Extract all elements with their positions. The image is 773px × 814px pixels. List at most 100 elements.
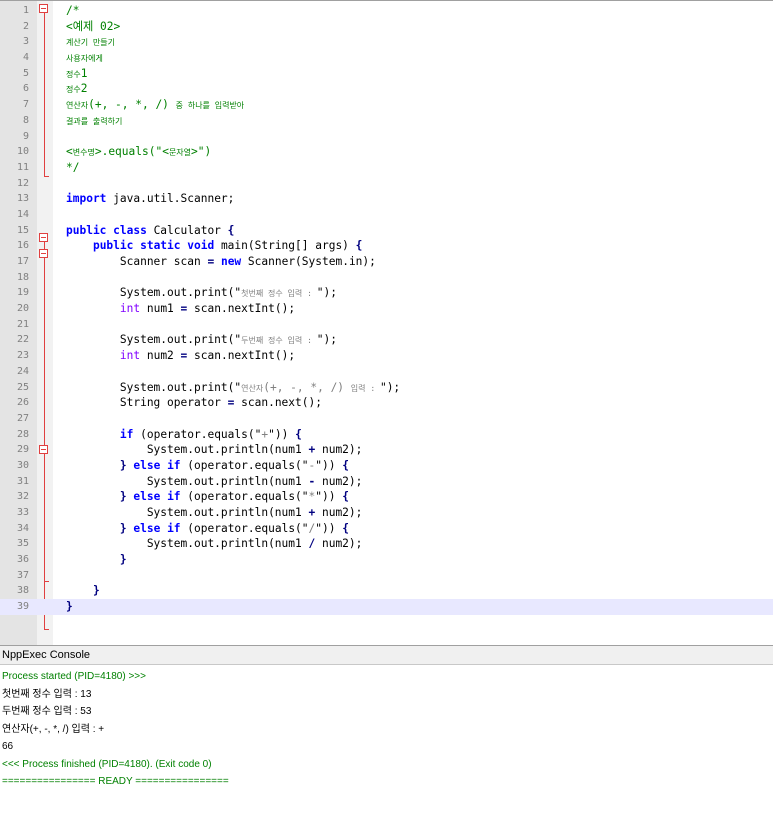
console-line: ================ READY ================: [2, 776, 229, 787]
code-line[interactable]: 21: [0, 317, 773, 333]
code-line[interactable]: 4 사용자에게: [0, 50, 773, 66]
code-line[interactable]: 2 <예제 02>: [0, 19, 773, 35]
code-token: ")): [268, 427, 296, 441]
code-line[interactable]: 12: [0, 176, 773, 192]
code-line[interactable]: 28 if (operator.equals("+")) {: [0, 427, 773, 443]
code-token: Scanner scan: [66, 255, 208, 268]
line-number: 28: [16, 428, 29, 440]
line-number: 8: [22, 114, 29, 126]
line-text: System.out.println(num1 - num2);: [66, 474, 363, 490]
code-line[interactable]: 27: [0, 411, 773, 427]
code-line[interactable]: 34 } else if (operator.equals("/")) {: [0, 521, 773, 537]
code-line[interactable]: 38 }: [0, 583, 773, 599]
console-output[interactable]: Process started (PID=4180) >>> 첫번째 정수 입력 …: [0, 665, 773, 814]
code-line[interactable]: 18: [0, 270, 773, 286]
code-token: 문자열: [168, 148, 192, 158]
code-token: ");: [316, 333, 337, 347]
code-line[interactable]: 3 계산기 만들기: [0, 34, 773, 50]
code-line[interactable]: 39}: [0, 599, 773, 615]
code-token: int: [119, 349, 141, 363]
code-editor[interactable]: 1/* 2 <예제 02> 3 계산기 만들기 4 사용자에게 5 정수1 6 정수2 7 연산자(+,…: [0, 0, 773, 645]
code-token: {: [295, 427, 302, 441]
line-text: System.out.println(num1 + num2);: [66, 442, 363, 458]
code-line[interactable]: 37: [0, 568, 773, 584]
code-line[interactable]: 31 System.out.println(num1 - num2);: [0, 474, 773, 490]
code-line[interactable]: 29 System.out.println(num1 + num2);: [0, 442, 773, 458]
code-line[interactable]: 30 } else if (operator.equals("-")) {: [0, 458, 773, 474]
code-token: 결과를 출력하기: [66, 116, 123, 126]
console-line: 첫번째 정수 입력 : 13: [2, 688, 92, 700]
code-line[interactable]: 32 } else if (operator.equals("*")) {: [0, 489, 773, 505]
code-token: {: [342, 458, 349, 472]
line-number: 22: [16, 334, 29, 346]
line-text: System.out.print("두번째 정수 입력 : ");: [66, 332, 337, 349]
code-token: 변수명: [72, 148, 95, 158]
code-line[interactable]: 33 System.out.println(num1 + num2);: [0, 505, 773, 521]
code-line[interactable]: 6 정수2: [0, 81, 773, 97]
code-line[interactable]: 25 System.out.print("연산자(+, -, *, /) 입력 …: [0, 380, 773, 396]
code-token: else if: [133, 458, 181, 472]
line-number: 26: [16, 397, 29, 409]
line-number: 15: [16, 224, 29, 236]
code-token: <: [66, 145, 73, 159]
line-number: 31: [16, 475, 29, 487]
code-line[interactable]: 16 public static void main(String[] args…: [0, 238, 773, 254]
code-line[interactable]: 24: [0, 364, 773, 380]
code-line[interactable]: 1 /*: [0, 3, 773, 19]
line-text: import java.util.Scanner;: [66, 191, 234, 207]
code-lines: 1/* 2 <예제 02> 3 계산기 만들기 4 사용자에게 5 정수1 6 정수2 7 연산자(+,…: [0, 3, 773, 615]
line-text: public static void main(String[] args) {: [66, 238, 362, 254]
line-number: 6: [22, 83, 29, 95]
code-token: num2: [140, 349, 181, 363]
console-line: <<< Process finished (PID=4180). (Exit c…: [2, 758, 212, 770]
code-token: }: [119, 521, 127, 535]
code-line[interactable]: 35 System.out.println(num1 / num2);: [0, 536, 773, 552]
code-line[interactable]: 36 }: [0, 552, 773, 568]
line-text: } else if (operator.equals("-")) {: [66, 458, 349, 474]
line-text: 계산기 만들기: [66, 34, 115, 51]
line-text: int num2 = scan.nextInt();: [66, 348, 295, 364]
line-number: 9: [22, 130, 29, 142]
line-number: 10: [16, 146, 29, 158]
code-line[interactable]: 23 int num2 = scan.nextInt();: [0, 348, 773, 364]
line-text: System.out.print("첫번째 정수 입력 : ");: [66, 285, 337, 302]
line-number: 12: [16, 177, 29, 189]
line-number: 14: [16, 208, 29, 220]
line-number: 21: [16, 318, 29, 330]
line-number: 16: [16, 240, 29, 252]
code-token: ");: [379, 380, 401, 394]
code-line[interactable]: 20 int num1 = scan.nextInt();: [0, 301, 773, 317]
line-number: 39: [16, 601, 29, 613]
code-line[interactable]: 10 <변수명>.equals("<문자열>"): [0, 144, 773, 160]
code-token: {: [342, 490, 349, 504]
line-text: } else if (operator.equals("*")) {: [66, 489, 349, 505]
line-text: }: [66, 583, 100, 599]
code-line[interactable]: 26 String operator = scan.next();: [0, 395, 773, 411]
line-number: 5: [22, 67, 29, 79]
code-token: System.out.println(num1: [66, 443, 309, 457]
code-line[interactable]: 11 */: [0, 160, 773, 176]
code-line[interactable]: 19 System.out.print("첫번째 정수 입력 : ");: [0, 285, 773, 301]
code-line[interactable]: 13 import java.util.Scanner;: [0, 191, 773, 207]
code-line[interactable]: 17 Scanner scan = new Scanner(System.in)…: [0, 254, 773, 270]
code-line[interactable]: 5 정수1: [0, 66, 773, 82]
code-token: (+, -, *, /): [263, 380, 351, 394]
console-line: 66: [2, 741, 14, 752]
code-line[interactable]: 15 public class Calculator {: [0, 223, 773, 239]
code-line[interactable]: 8 결과를 출력하기: [0, 113, 773, 129]
line-number: 17: [16, 256, 29, 267]
code-token: System.out.print(": [66, 286, 242, 300]
code-token: scan.nextInt();: [187, 302, 296, 316]
line-text: 결과를 출력하기: [66, 113, 122, 130]
code-line[interactable]: 7 연산자(+, -, *, /) 중 하나를 입력받아: [0, 97, 773, 113]
code-line[interactable]: 9: [0, 129, 773, 145]
line-number: 11: [16, 161, 29, 173]
code-token: num2);: [315, 506, 363, 519]
code-line[interactable]: 22 System.out.print("두번째 정수 입력 : ");: [0, 332, 773, 348]
code-line[interactable]: 14: [0, 207, 773, 223]
line-text: System.out.println(num1 + num2);: [66, 505, 363, 521]
code-token: 첫번째 정수 입력 :: [241, 289, 317, 299]
